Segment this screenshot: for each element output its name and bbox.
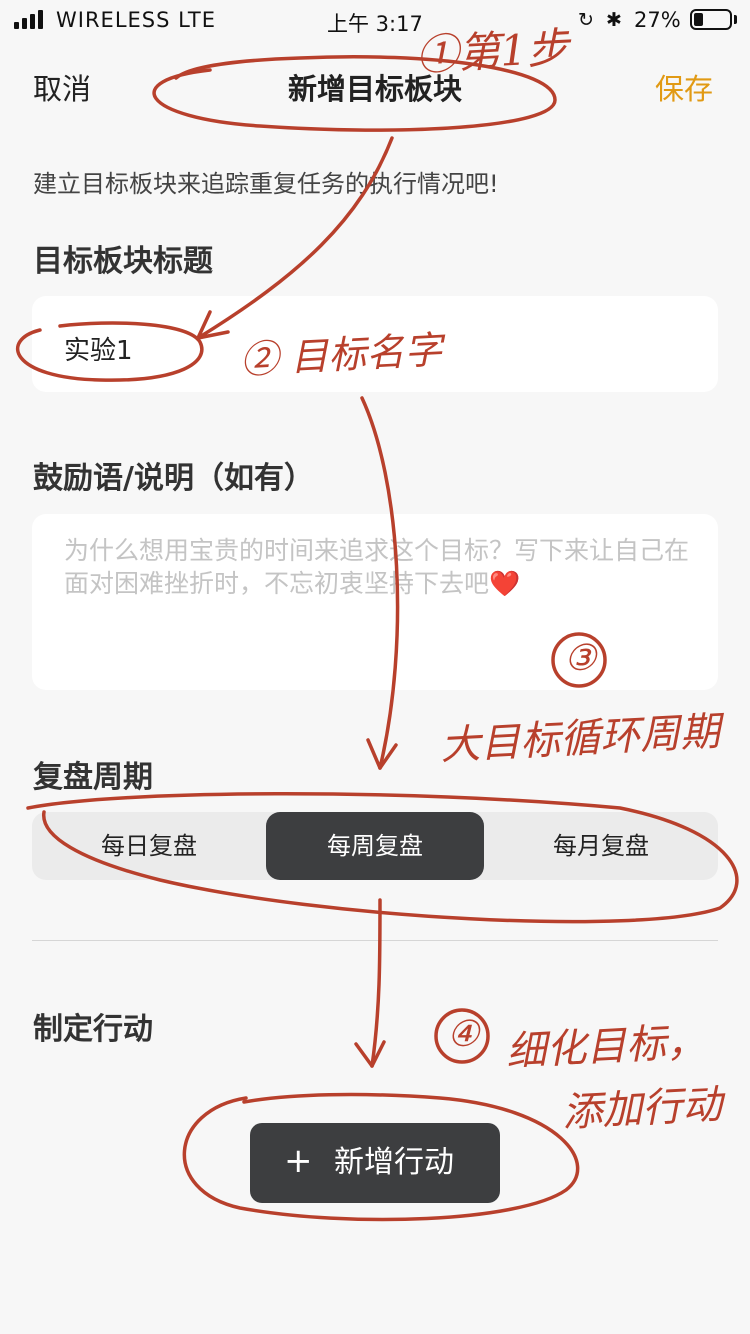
orientation-lock-icon: ↻ [578,9,594,31]
title-label: 目标板块标题 [33,244,213,279]
arrow-to-action [370,898,382,1068]
carrier-label: WIRELESS LTE [56,8,217,32]
plus-icon: + [284,1141,313,1181]
annotation-step4-line1: 细化目标， [505,1018,708,1076]
add-action-button[interactable]: + 新增行动 [250,1123,500,1203]
annotation-step4-line2: 添加行动 [561,1081,724,1137]
annotation-step3: 大目标循环周期 [439,708,722,770]
annotation-step3-number: ③ [564,638,597,679]
annotation-step4-number: ④ [447,1014,480,1055]
cycle-option-monthly[interactable]: 每月复盘 [484,812,718,880]
save-button[interactable]: 保存 [655,66,713,108]
clock: 上午 3:17 [327,12,423,36]
cycle-option-weekly[interactable]: 每周复盘 [266,812,484,880]
annotation-step1: ①第1步 [414,23,571,80]
status-bar: WIRELESS LTE 上午 3:17 ↻ ✱ 27% [0,0,750,42]
add-action-label: 新增行动 [334,1145,454,1180]
intro-hint: 建立目标板块来追踪重复任务的执行情况吧! [33,170,499,198]
cancel-button[interactable]: 取消 [33,66,91,108]
motto-label: 鼓励语/说明（如有） [33,461,314,496]
battery-percent: 27% [634,8,681,32]
battery-icon [690,9,732,30]
title-input-value[interactable]: 实验1 [64,330,133,367]
bluetooth-icon: ✱ [606,9,622,31]
review-cycle-label: 复盘周期 [33,760,153,795]
review-cycle-segmented-control[interactable]: 每日复盘 每周复盘 每月复盘 [32,812,718,880]
action-label: 制定行动 [33,1012,153,1047]
battery-cap [734,15,737,24]
annotation-step2: ② 目标名字 [239,327,444,383]
cycle-option-daily[interactable]: 每日复盘 [32,812,266,880]
divider [32,940,718,941]
motto-placeholder[interactable]: 为什么想用宝贵的时间来追求这个目标？写下来让自己在面对困难挫折时，不忘初衷坚持下… [64,534,704,600]
page-title: 新增目标板块 [287,72,462,106]
